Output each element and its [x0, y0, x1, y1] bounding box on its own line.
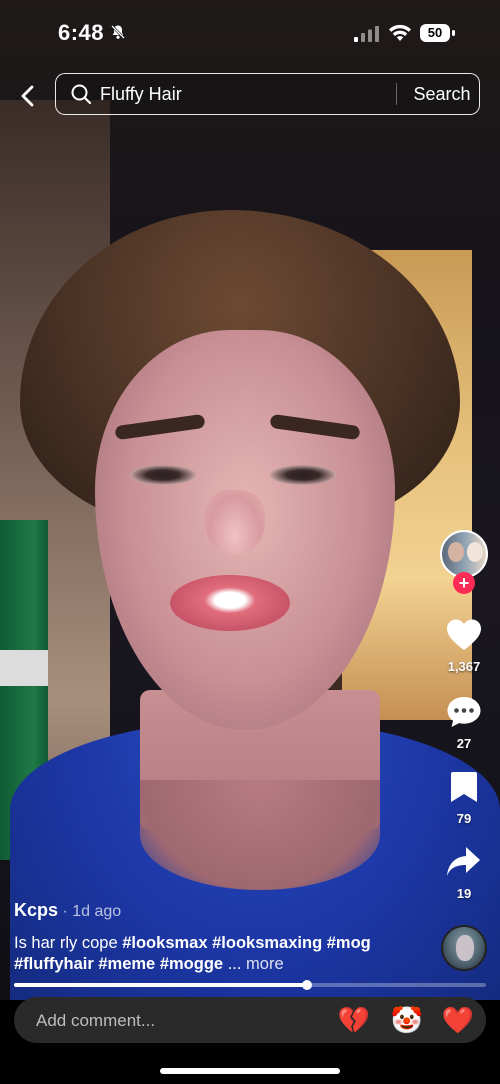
battery-level: 50	[420, 24, 450, 42]
status-bar: 6:48 50	[0, 0, 500, 68]
subject-eye	[270, 465, 336, 485]
back-icon	[21, 85, 34, 107]
subject-nose	[205, 490, 265, 555]
subject-mouth	[170, 575, 290, 631]
avatar-face	[467, 542, 483, 562]
share-icon	[447, 847, 480, 876]
subject-eye	[130, 465, 196, 485]
signal-icon	[354, 26, 379, 42]
bell-slash-icon	[111, 25, 125, 39]
progress-handle[interactable]	[301, 980, 312, 990]
hashtag[interactable]: #fluffyhair	[14, 955, 94, 973]
ellipsis: ...	[227, 955, 242, 973]
save-count: 79	[456, 811, 472, 826]
author-name[interactable]: Kcps	[14, 900, 58, 920]
home-indicator	[160, 1068, 340, 1074]
hashtag[interactable]: #meme	[98, 955, 155, 973]
more-link[interactable]: more	[246, 955, 284, 973]
creator-avatar-group[interactable]: +	[440, 530, 490, 594]
video-player[interactable]	[0, 0, 500, 1000]
search-box[interactable]: Search	[55, 73, 480, 115]
comment-count: 27	[456, 736, 472, 751]
search-icon	[71, 84, 92, 105]
follow-button[interactable]: +	[453, 572, 475, 594]
battery-icon: 50	[420, 24, 456, 42]
red-heart-emoji-button[interactable]: ❤️	[441, 1003, 475, 1037]
post-time: · 1d ago	[58, 903, 122, 920]
clown-emoji-button[interactable]: 🤡	[390, 1003, 424, 1037]
like-button[interactable]: 1,367	[435, 618, 493, 674]
search-input[interactable]	[100, 74, 390, 114]
search-divider	[396, 83, 397, 105]
progress-fill	[14, 983, 307, 987]
post-text: Is har rly cope	[14, 934, 118, 952]
post-description: Is har rly cope #looksmax #looksmaxing #…	[14, 933, 424, 975]
screen: 6:48 50 Fluffy Hair Search + 1,367 27 79…	[0, 0, 500, 1084]
hashtag[interactable]: #looksmaxing	[212, 934, 322, 952]
avatar-face	[448, 542, 464, 562]
share-count: 19	[456, 886, 472, 901]
subject-collar	[140, 780, 380, 890]
sound-avatar[interactable]	[441, 925, 487, 971]
comment-button[interactable]: 27	[435, 695, 493, 751]
heart-icon	[447, 619, 481, 650]
avatar[interactable]	[440, 530, 488, 578]
search-button[interactable]: Search	[408, 74, 476, 114]
hashtag[interactable]: #mog	[327, 934, 371, 952]
status-time: 6:48	[58, 20, 105, 45]
back-button[interactable]	[12, 78, 44, 114]
save-button[interactable]: 79	[435, 770, 493, 826]
share-button[interactable]: 19	[435, 845, 493, 901]
hashtag[interactable]: #looksmax	[122, 934, 207, 952]
hashtag[interactable]: #mogge	[160, 955, 223, 973]
author-line: Kcps · 1d ago	[14, 900, 424, 921]
wifi-icon	[389, 24, 411, 41]
like-count: 1,367	[447, 659, 481, 674]
post-caption: Kcps · 1d ago Is har rly cope #looksmax …	[14, 900, 424, 975]
comment-bar: 💔 🤡 ❤️	[14, 997, 486, 1045]
comment-icon	[447, 697, 481, 727]
battery-tip	[452, 30, 455, 36]
sound-avatar-face	[456, 935, 474, 961]
bookmark-icon	[451, 772, 477, 802]
search-header: Search	[0, 68, 500, 124]
video-progress-bar[interactable]	[14, 980, 486, 990]
comment-input[interactable]	[34, 997, 318, 1045]
broken-heart-emoji-button[interactable]: 💔	[337, 1003, 371, 1037]
